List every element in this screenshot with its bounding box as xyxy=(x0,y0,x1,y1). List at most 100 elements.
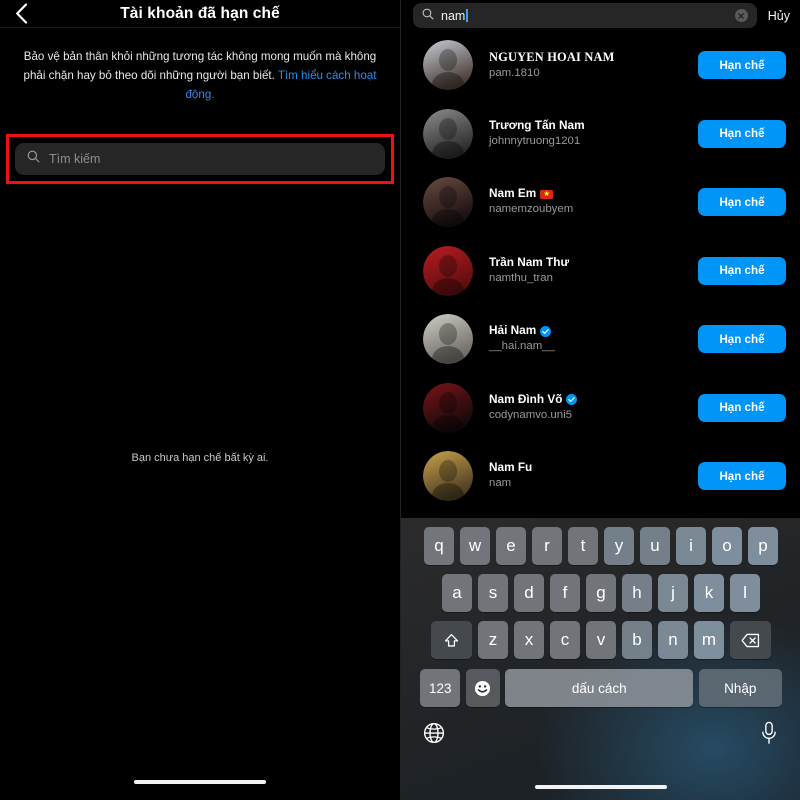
restrict-button[interactable]: Hạn chế xyxy=(698,51,786,80)
user-display-name: Nam Đình Võ xyxy=(489,392,578,408)
description-text: Bảo vệ bản thân khỏi những tương tác khô… xyxy=(22,48,378,104)
search-icon xyxy=(422,7,434,25)
user-meta: Nam Em namemzoubyem xyxy=(489,186,573,218)
user-name-text: Nam Fu xyxy=(489,460,533,475)
user-results-list: NGUYEN HOAI NAM pam.1810 Hạn chế Trương Tấn… xyxy=(401,31,800,511)
avatar[interactable] xyxy=(423,108,473,159)
keyboard-row-3: zxcvbnm xyxy=(401,612,800,659)
user-name-text: NGUYEN HOAI NAM xyxy=(489,49,615,64)
keyboard-bottom-row xyxy=(401,707,800,745)
keyboard-row-4: 123 dấu cách Nhập xyxy=(401,659,800,707)
emoji-smiley-icon[interactable] xyxy=(465,669,500,707)
key-b[interactable]: b xyxy=(621,621,653,659)
vietnam-flag-icon xyxy=(540,189,554,199)
user-result-row[interactable]: Trương Tấn Nam johnnytruong1201 Hạn chế xyxy=(401,100,800,169)
restrict-button[interactable]: Hạn chế xyxy=(698,256,786,285)
key-p[interactable]: p xyxy=(747,527,779,565)
key-s[interactable]: s xyxy=(477,574,509,612)
search-results-panel: nam Hủy NGUYEN HOAI NAM pam.1810 Hạn chế Tr… xyxy=(400,0,800,800)
user-name-text: Hải Nam xyxy=(489,323,537,338)
key-c[interactable]: c xyxy=(549,621,581,659)
user-result-row[interactable]: NGUYEN HOAI NAM pam.1810 Hạn chế xyxy=(401,31,800,100)
key-q[interactable]: q xyxy=(423,527,455,565)
user-handle: pam.1810 xyxy=(489,66,540,79)
keyboard-row-2: asdfghjkl xyxy=(401,565,800,612)
key-t[interactable]: t xyxy=(567,527,599,565)
key-f[interactable]: f xyxy=(549,574,581,612)
restrict-button[interactable]: Hạn chế xyxy=(698,188,786,217)
user-result-row[interactable]: Nam Đình Võ codynamvo.uni5 Hạn chế xyxy=(401,374,800,443)
user-result-row[interactable]: Nam Em namemzoubyem Hạn chế xyxy=(401,168,800,237)
backspace-icon[interactable] xyxy=(729,621,771,659)
avatar[interactable] xyxy=(423,314,473,365)
cancel-button[interactable]: Hủy xyxy=(766,9,792,23)
key-a[interactable]: a xyxy=(441,574,473,612)
search-icon xyxy=(27,150,40,168)
restricted-accounts-panel: Tài khoản đã hạn chế Bảo vệ bản thân khỏ… xyxy=(0,0,400,800)
key-r[interactable]: r xyxy=(531,527,563,565)
user-meta: Hải Nam __hai.nam__ xyxy=(489,323,555,355)
user-display-name: Trần Nam Thư xyxy=(489,255,569,271)
avatar[interactable] xyxy=(423,40,473,91)
numbers-key[interactable]: 123 xyxy=(420,669,461,707)
key-j[interactable]: j xyxy=(657,574,689,612)
restrict-button[interactable]: Hạn chế xyxy=(698,462,786,491)
key-e[interactable]: e xyxy=(495,527,527,565)
search-bar-row: nam Hủy xyxy=(401,0,800,31)
text-cursor xyxy=(466,8,468,22)
restrict-button[interactable]: Hạn chế xyxy=(698,325,786,354)
key-x[interactable]: x xyxy=(513,621,545,659)
key-g[interactable]: g xyxy=(585,574,617,612)
restrict-button[interactable]: Hạn chế xyxy=(698,119,786,148)
key-v[interactable]: v xyxy=(585,621,617,659)
key-d[interactable]: d xyxy=(513,574,545,612)
restrict-button[interactable]: Hạn chế xyxy=(698,393,786,422)
avatar[interactable] xyxy=(423,451,473,502)
user-name-text: Nam Em xyxy=(489,186,537,201)
shift-up-icon[interactable] xyxy=(431,621,473,659)
user-display-name: Nam Fu xyxy=(489,460,532,476)
user-handle: codynamvo.uni5 xyxy=(489,408,572,421)
key-n[interactable]: n xyxy=(657,621,689,659)
key-i[interactable]: i xyxy=(675,527,707,565)
avatar[interactable] xyxy=(423,245,473,296)
user-meta: Nam Đình Võ codynamvo.uni5 xyxy=(489,392,578,424)
keyboard-row-1: qwertyuiop xyxy=(401,518,800,565)
user-name-text: Trần Nam Thư xyxy=(489,254,569,269)
user-handle: nam xyxy=(489,477,512,490)
screenshot-root: Tài khoản đã hạn chế Bảo vệ bản thân khỏ… xyxy=(0,0,800,800)
user-display-name: Hải Nam xyxy=(489,323,555,339)
key-k[interactable]: k xyxy=(693,574,725,612)
user-result-row[interactable]: Nam Fu nam Hạn chế xyxy=(401,442,800,511)
enter-key[interactable]: Nhập xyxy=(698,669,782,707)
microphone-icon[interactable] xyxy=(759,721,779,745)
user-meta: NGUYEN HOAI NAM pam.1810 xyxy=(489,49,615,82)
key-z[interactable]: z xyxy=(477,621,509,659)
user-handle: namemzoubyem xyxy=(489,203,574,216)
search-input[interactable]: Tìm kiếm xyxy=(15,143,385,175)
key-y[interactable]: y xyxy=(603,527,635,565)
user-display-name: Nam Em xyxy=(489,186,573,202)
user-result-row[interactable]: Trần Nam Thư namthu_tran Hạn chế xyxy=(401,237,800,306)
key-o[interactable]: o xyxy=(711,527,743,565)
key-w[interactable]: w xyxy=(459,527,491,565)
space-key[interactable]: dấu cách xyxy=(505,669,694,707)
user-meta: Trương Tấn Nam johnnytruong1201 xyxy=(489,118,585,150)
user-name-text: Trương Tấn Nam xyxy=(489,117,585,132)
search-input-active[interactable]: nam xyxy=(413,3,757,28)
key-l[interactable]: l xyxy=(729,574,761,612)
user-handle: johnnytruong1201 xyxy=(489,134,581,147)
key-h[interactable]: h xyxy=(621,574,653,612)
back-icon[interactable] xyxy=(10,3,32,25)
search-query-value: nam xyxy=(441,8,466,23)
onscreen-keyboard: qwertyuiop asdfghjkl zxcvbnm 123 dấu các… xyxy=(401,518,800,800)
key-m[interactable]: m xyxy=(693,621,725,659)
avatar[interactable] xyxy=(423,382,473,433)
clear-circle-icon[interactable] xyxy=(734,9,748,22)
page-title: Tài khoản đã hạn chế xyxy=(120,4,280,22)
key-u[interactable]: u xyxy=(639,527,671,565)
user-result-row[interactable]: Hải Nam __hai.nam__ Hạn chế xyxy=(401,305,800,374)
user-meta: Trần Nam Thư namthu_tran xyxy=(489,255,569,287)
avatar[interactable] xyxy=(423,177,473,228)
globe-icon[interactable] xyxy=(423,722,445,744)
